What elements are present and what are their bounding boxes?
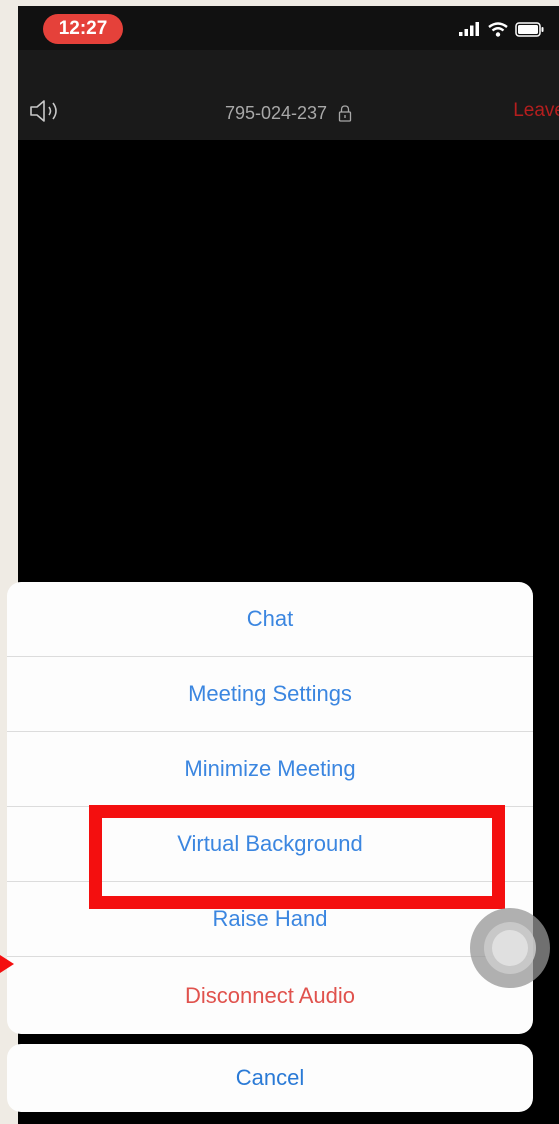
- annotation-arrow: [0, 955, 14, 973]
- wifi-icon: [488, 21, 508, 37]
- virtual-background-option[interactable]: Virtual Background: [7, 807, 533, 882]
- more-options-sheet: Chat Meeting Settings Minimize Meeting V…: [7, 582, 533, 1034]
- status-time: 12:27: [43, 14, 123, 44]
- battery-icon: [515, 21, 544, 37]
- signal-icon: [459, 22, 479, 36]
- chat-option[interactable]: Chat: [7, 582, 533, 657]
- disconnect-audio-option[interactable]: Disconnect Audio: [7, 957, 533, 1034]
- meeting-top-bar: 795-024-237 Leave: [18, 50, 559, 140]
- status-icons: [459, 20, 545, 38]
- meeting-settings-option[interactable]: Meeting Settings: [7, 657, 533, 732]
- assistive-touch-button[interactable]: [470, 908, 550, 988]
- minimize-meeting-option[interactable]: Minimize Meeting: [7, 732, 533, 807]
- raise-hand-option[interactable]: Raise Hand: [7, 882, 533, 957]
- cancel-button[interactable]: Cancel: [7, 1044, 533, 1112]
- lock-icon: [338, 105, 352, 122]
- meeting-id: 795-024-237: [18, 102, 559, 124]
- meeting-id-text: 795-024-237: [224, 102, 328, 123]
- leave-button[interactable]: Leave: [513, 100, 559, 122]
- status-bar: 12:27: [18, 6, 559, 50]
